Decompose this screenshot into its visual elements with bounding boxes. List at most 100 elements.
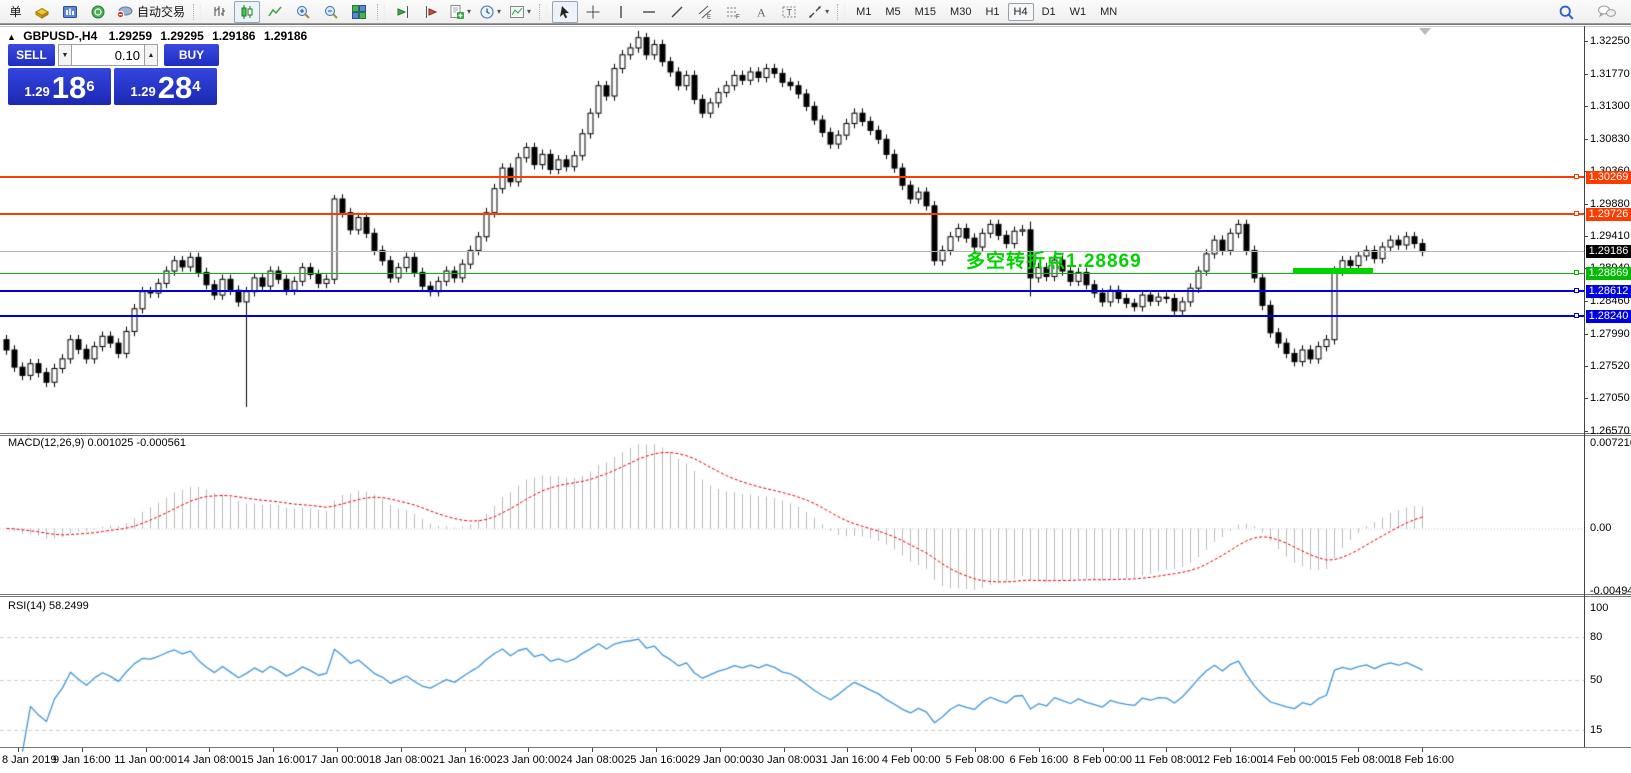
horizontal-line-object[interactable] [0,315,1584,317]
collapse-trade-panel-icon[interactable]: ▲ [7,32,16,42]
chevron-down-icon: ▾ [825,7,829,16]
auto-scroll-icon[interactable] [390,1,416,23]
new-order-button[interactable]: 单 [1,1,27,23]
sell-price-main: 18 [52,73,86,103]
chart-shift-marker[interactable] [1419,28,1431,35]
text-label-tool-icon[interactable]: T [776,1,802,23]
vertical-line-tool-icon[interactable] [608,1,634,23]
arrows-tool-button[interactable]: ▾ [804,1,832,23]
sell-button[interactable]: SELL [8,44,55,66]
ohlc-high: 1.29295 [160,29,203,43]
line-handle[interactable] [1574,270,1579,275]
chart-stage: 1.322501.317701.313001.308301.303601.298… [0,24,1631,773]
chart-ohlc-header: ▲ GBPUSD-,H4 1.29259 1.29295 1.29186 1.2… [7,29,307,43]
sell-price-big: 1.29 [24,81,49,103]
support-zone-segment[interactable] [1293,268,1373,274]
fibonacci-tool-icon[interactable]: F [720,1,746,23]
template-icon [509,4,525,20]
package-icon[interactable] [29,1,55,23]
periods-button[interactable]: ▾ [476,1,504,23]
macd-values: 0.001025 -0.000561 [87,437,185,449]
line-handle[interactable] [1574,313,1579,318]
sell-price-pip: 6 [86,68,94,106]
chart-shift-icon[interactable] [418,1,444,23]
symbol-period-label: GBPUSD-,H4 [23,29,97,43]
horizontal-line-object[interactable] [0,213,1584,215]
volume-increase-button[interactable]: ▲ [144,44,158,66]
current-price-line [0,251,1584,252]
buy-quote-button[interactable]: 1.29 28 4 [114,68,217,105]
timeframe-group: M1M5M15M30H1H4D1W1MN [849,3,1124,21]
buy-price-pip: 4 [192,68,200,106]
community-icon[interactable] [85,1,111,23]
autotrading-button[interactable]: 自动交易 [113,1,188,23]
timeframe-m1[interactable]: M1 [850,3,877,21]
timeframe-h4[interactable]: H4 [1008,3,1034,21]
mt4-window: 单 自动交易 [0,0,1631,773]
sell-quote-button[interactable]: 1.29 18 6 [8,68,111,105]
chevron-down-icon: ▾ [527,7,531,16]
candlestick-mode-icon[interactable] [234,1,260,23]
buy-price-main: 28 [158,73,192,103]
timeframe-m15[interactable]: M15 [909,3,942,21]
zoom-out-icon[interactable] [318,1,344,23]
line-chart-mode-icon[interactable] [262,1,288,23]
new-order-label: 单 [9,3,21,20]
horizontal-line-object[interactable] [0,290,1584,292]
chart-overlay: 1.322501.317701.313001.308301.303601.298… [0,24,1631,773]
arrows-tool-icon [807,4,823,20]
line-handle[interactable] [1574,174,1579,179]
svg-text:E: E [707,14,711,20]
trendline-tool-icon[interactable] [664,1,690,23]
chevron-down-icon: ▾ [467,7,471,16]
channel-tool-icon[interactable]: E [692,1,718,23]
chat-button[interactable] [1594,1,1620,23]
line-handle[interactable] [1574,211,1579,216]
timeframe-d1[interactable]: D1 [1036,3,1062,21]
clock-icon [479,4,495,20]
tile-windows-icon[interactable] [346,1,372,23]
timeframe-mn[interactable]: MN [1094,3,1123,21]
one-click-trading-panel: SELL ▼ ▲ BUY 1.29 18 6 1.29 28 4 [8,44,220,105]
new-chart-icon [449,4,465,20]
timeframe-m30[interactable]: M30 [944,3,977,21]
text-tool-icon[interactable]: A [748,1,774,23]
buy-button[interactable]: BUY [164,44,219,66]
price-axis[interactable] [1585,24,1631,747]
timeframe-w1[interactable]: W1 [1064,3,1093,21]
timeframe-m5[interactable]: M5 [879,3,906,21]
ohlc-close: 1.29186 [264,29,307,43]
bar-chart-mode-icon[interactable] [206,1,232,23]
volume-decrease-button[interactable]: ▼ [58,44,72,66]
svg-text:A: A [757,5,766,19]
chat-icon [1597,4,1617,20]
pivot-annotation-text[interactable]: 多空转折点1.28869 [966,246,1142,273]
autotrading-label: 自动交易 [137,3,185,20]
search-icon [1558,4,1575,21]
autotrading-icon [116,4,134,20]
horizontal-line-tool-icon[interactable] [636,1,662,23]
toolbar-separator [193,4,201,20]
templates-button[interactable]: ▾ [506,1,534,23]
macd-label: MACD(12,26,9) 0.001025 -0.000561 [8,437,186,449]
zoom-in-icon[interactable] [290,1,316,23]
search-button[interactable] [1553,1,1579,23]
ohlc-open: 1.29259 [109,29,152,43]
cursor-tool-icon[interactable] [552,1,578,23]
chart-window-icon[interactable] [57,1,83,23]
toolbar-separator [377,4,385,20]
rsi-value: 58.2499 [49,600,89,612]
timeframe-h1[interactable]: H1 [979,3,1005,21]
buy-price-big: 1.29 [130,81,155,103]
time-axis[interactable] [0,748,1631,773]
crosshair-tool-icon[interactable] [580,1,606,23]
horizontal-line-object[interactable] [0,176,1584,178]
line-handle[interactable] [1574,288,1579,293]
svg-text:T: T [787,7,793,17]
chevron-down-icon: ▾ [497,7,501,16]
toolbar-separator [837,4,845,20]
toolbar-separator [539,4,547,20]
rsi-label: RSI(14) 58.2499 [8,600,89,612]
new-chart-button[interactable]: ▾ [446,1,474,23]
volume-input[interactable] [72,44,144,66]
